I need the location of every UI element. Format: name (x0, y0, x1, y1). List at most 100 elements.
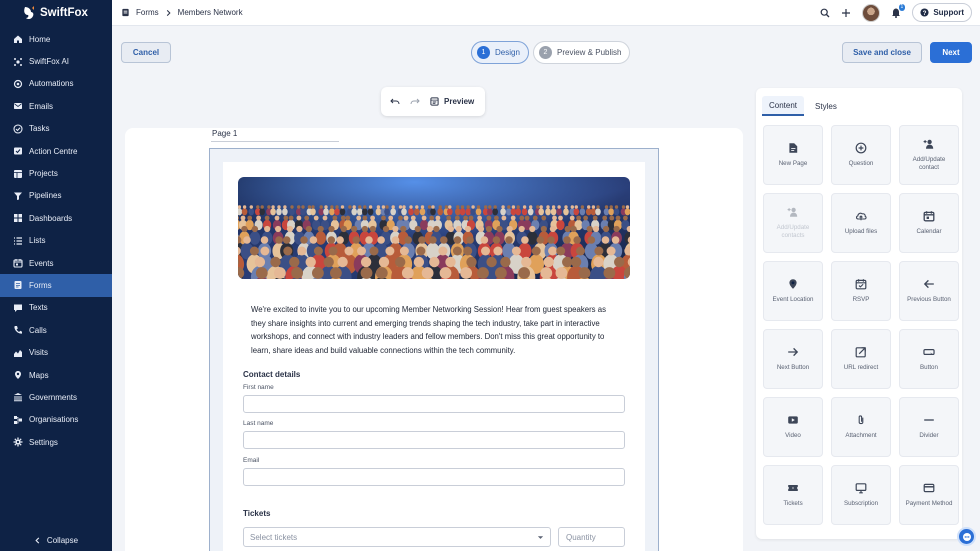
element-tile-label: RSVP (852, 296, 870, 303)
arrow-right-icon (787, 346, 799, 358)
paperclip-icon (855, 414, 867, 426)
sidebar: SwiftFox Home SwiftFox AI Automations Email… (0, 0, 112, 551)
sidebar-item-label: Visits (29, 348, 48, 358)
save-and-close-button[interactable]: Save and close (842, 42, 922, 63)
element-tile-subscription[interactable]: Subscription (831, 465, 891, 525)
sidebar-item-tasks[interactable]: Tasks (0, 118, 112, 140)
tab-styles[interactable]: Styles (808, 96, 844, 116)
sidebar-item-forms[interactable]: Forms (0, 274, 112, 297)
tab-content[interactable]: Content (762, 96, 805, 116)
breadcrumb-forms[interactable]: Forms (136, 8, 159, 17)
element-tile-previous-button[interactable]: Previous Button (899, 261, 959, 321)
step-number: 2 (539, 46, 552, 59)
cancel-button[interactable]: Cancel (121, 42, 171, 63)
notifications[interactable]: 1 (891, 4, 906, 18)
element-tile-next-button[interactable]: Next Button (763, 329, 823, 389)
element-tile-divider[interactable]: Divider (899, 397, 959, 457)
subscription-icon (855, 482, 867, 494)
sidebar-item-label: Events (29, 258, 54, 268)
sidebar-item-action-centre[interactable]: Action Centre (0, 140, 112, 162)
element-tile-button[interactable]: Button (899, 329, 959, 389)
sidebar-item-maps[interactable]: Maps (0, 364, 112, 386)
top-bar: Forms Members Network 1 ? Support (112, 0, 980, 26)
sidebar-item-dashboards[interactable]: Dashboards (0, 207, 112, 229)
element-tile-label: Calendar (916, 228, 942, 235)
element-tile-label: Tickets (783, 500, 803, 507)
fox-logo-icon (24, 6, 34, 20)
element-tile-video[interactable]: Video (763, 397, 823, 457)
help-widget-button[interactable] (957, 527, 976, 546)
element-tile-event-location[interactable]: Event Location (763, 261, 823, 321)
sidebar-item-calls[interactable]: Calls (0, 319, 112, 341)
calendar-icon (923, 210, 935, 222)
sidebar-item-automations[interactable]: Automations (0, 73, 112, 95)
element-tile-attachment[interactable]: Attachment (831, 397, 891, 457)
sidebar-item-home[interactable]: Home (0, 28, 112, 50)
element-tile-label: Subscription (843, 500, 879, 507)
video-icon (787, 414, 799, 426)
sidebar-item-projects[interactable]: Projects (0, 162, 112, 184)
form-icon (13, 280, 23, 290)
sidebar-item-organisations[interactable]: Organisations (0, 409, 112, 431)
element-tile-label: Attachment (845, 432, 877, 439)
element-tile-payment-method[interactable]: Payment Method (899, 465, 959, 525)
element-tile-upload-files[interactable]: Upload files (831, 193, 891, 253)
chevron-right-icon (166, 9, 171, 16)
email-input[interactable] (243, 468, 625, 486)
collapse-button[interactable]: Collapse (0, 536, 112, 545)
step-label: Preview & Publish (557, 48, 622, 57)
plus-icon[interactable] (841, 8, 851, 18)
element-tile-question[interactable]: Question (831, 125, 891, 185)
add-contacts-icon (787, 206, 799, 218)
dashboard-icon (13, 213, 23, 223)
sidebar-item-settings[interactable]: Settings (0, 431, 112, 453)
redo-icon[interactable] (410, 98, 420, 106)
app-logo[interactable]: SwiftFox (0, 0, 112, 26)
user-avatar[interactable] (862, 3, 881, 22)
first-name-input[interactable] (243, 395, 625, 413)
sidebar-item-governments[interactable]: Governments (0, 386, 112, 408)
arrow-left-icon (923, 278, 935, 290)
sidebar-item-events[interactable]: Events (0, 252, 112, 274)
sidebar-item-label: Emails (29, 101, 54, 111)
new-page-icon (787, 142, 799, 154)
undo-icon[interactable] (390, 98, 400, 106)
help-icon: ? (920, 8, 929, 17)
page-tab[interactable]: Page 1 (211, 129, 339, 142)
element-tile-new-page[interactable]: New Page (763, 125, 823, 185)
element-tile-label: New Page (778, 160, 808, 167)
element-tile-label: URL redirect (843, 364, 879, 371)
sidebar-item-visits[interactable]: Visits (0, 341, 112, 363)
divider-icon (923, 414, 935, 426)
last-name-input[interactable] (243, 431, 625, 449)
sidebar-item-label: Texts (29, 303, 48, 313)
next-button[interactable]: Next (930, 42, 972, 63)
element-tile-label: Payment Method (905, 500, 953, 507)
support-button[interactable]: ? Support (912, 3, 972, 22)
quantity-input[interactable]: Quantity (558, 527, 625, 547)
sidebar-item-pipelines[interactable]: Pipelines (0, 185, 112, 207)
list-icon (13, 236, 23, 246)
sidebar-item-emails[interactable]: Emails (0, 95, 112, 117)
sidebar-item-swiftfox-ai[interactable]: SwiftFox AI (0, 50, 112, 72)
preview-button[interactable]: Preview (430, 97, 474, 106)
step-preview-publish[interactable]: 2 Preview & Publish (533, 41, 631, 64)
email-label: Email (243, 457, 260, 464)
ticket-icon (787, 482, 799, 494)
tickets-select[interactable]: Select tickets (243, 527, 551, 547)
element-tile-rsvp[interactable]: RSVP (831, 261, 891, 321)
element-tile-url-redirect[interactable]: URL redirect (831, 329, 891, 389)
element-tile-add-update-contact[interactable]: Add/Update contact (899, 125, 959, 185)
sidebar-item-lists[interactable]: Lists (0, 230, 112, 252)
panel-tabs: Content Styles (762, 96, 844, 116)
hero-image[interactable] (238, 177, 630, 279)
form-page: We're excited to invite you to our upcom… (209, 148, 659, 551)
sidebar-item-texts[interactable]: Texts (0, 297, 112, 319)
editor-toolbar: Preview (381, 87, 485, 116)
element-tile-tickets[interactable]: Tickets (763, 465, 823, 525)
element-tile-add-update-contacts[interactable]: Add/Update contacts (763, 193, 823, 253)
step-design[interactable]: 1 Design (471, 41, 529, 64)
step-bar: Cancel 1 Design 2 Preview & Publish Save… (112, 27, 980, 77)
element-tile-calendar[interactable]: Calendar (899, 193, 959, 253)
search-icon[interactable] (820, 8, 830, 18)
